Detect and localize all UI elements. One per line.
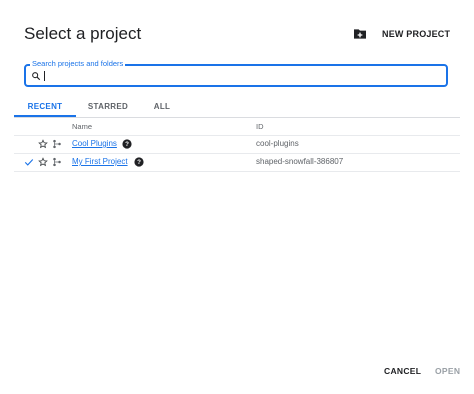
dialog-title: Select a project — [24, 24, 142, 43]
star-icon[interactable] — [38, 139, 48, 149]
project-id: cool-plugins — [256, 139, 299, 148]
project-link[interactable]: Cool Plugins — [72, 139, 117, 148]
cancel-button[interactable]: CANCEL — [384, 366, 421, 376]
search-field[interactable]: Search projects and folders — [24, 59, 448, 87]
new-project-button[interactable]: NEW PROJECT — [352, 24, 450, 44]
help-icon[interactable]: ? — [122, 139, 132, 149]
project-id: shaped-snowfall-386807 — [256, 157, 344, 166]
project-hierarchy-icon — [53, 157, 61, 167]
text-cursor — [44, 71, 45, 81]
tab-all[interactable]: ALL — [142, 96, 182, 116]
tab-recent[interactable]: RECENT — [14, 96, 76, 117]
search-input[interactable] — [42, 68, 442, 83]
project-link[interactable]: My First Project — [72, 157, 128, 166]
table-row[interactable]: My First Project ? shaped-snowfall-38680… — [14, 154, 460, 172]
svg-text:?: ? — [125, 141, 129, 148]
column-header-id: ID — [256, 122, 264, 131]
tab-bar: RECENT STARRED ALL — [14, 96, 460, 118]
new-project-label: NEW PROJECT — [382, 29, 451, 39]
check-icon — [24, 159, 34, 166]
table-header: Name ID — [14, 117, 460, 136]
search-icon — [32, 72, 41, 81]
tab-starred[interactable]: STARRED — [78, 96, 138, 116]
open-button[interactable]: OPEN — [435, 366, 460, 376]
project-hierarchy-icon — [53, 139, 61, 149]
add-folder-icon — [354, 29, 366, 39]
svg-text:?: ? — [137, 159, 141, 166]
table-row[interactable]: Cool Plugins ? cool-plugins — [14, 136, 460, 154]
projects-table: Name ID Cool Plugins ? cool-plugins My F… — [14, 117, 460, 172]
star-icon[interactable] — [38, 157, 48, 167]
column-header-name: Name — [72, 122, 93, 131]
help-icon[interactable]: ? — [134, 157, 144, 167]
